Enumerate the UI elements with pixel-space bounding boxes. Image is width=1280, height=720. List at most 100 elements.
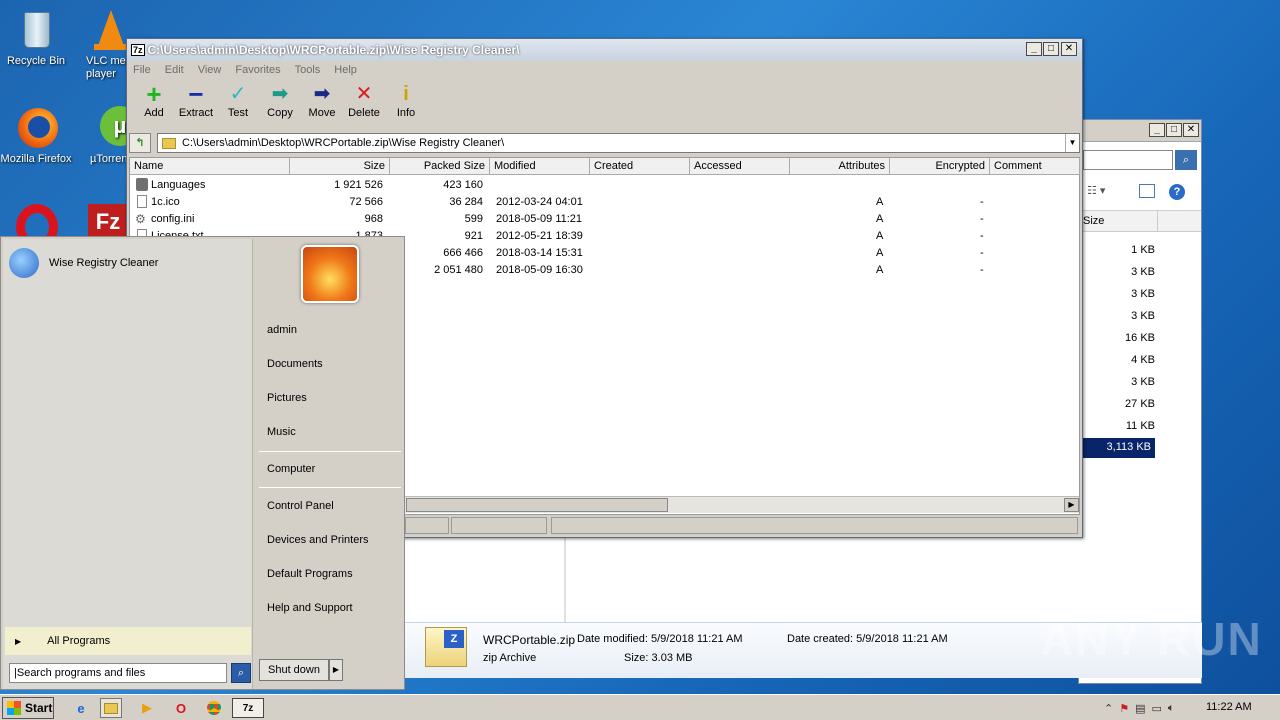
menu-edit[interactable]: Edit [165,64,184,76]
test-button[interactable]: ✓ Test [217,79,259,131]
7zip-taskbar-icon[interactable]: 7z [232,698,264,718]
column-header-name[interactable]: Name [130,158,290,175]
chevron-down-icon[interactable]: ▼ [1065,134,1079,152]
start-item-control-panel[interactable]: Control Panel [267,500,334,512]
start-menu: Wise Registry Cleaner ▶ All Programs |Se… [0,236,405,690]
size-cell: 11 KB [1125,420,1155,432]
close-button[interactable]: ✕ [1061,42,1077,56]
search-input[interactable]: |Search programs and files [9,663,227,683]
start-item-devices-and-printers[interactable]: Devices and Printers [267,534,369,546]
taskbar: Start e ▶ O 7z ⌃ ⚑ ▤ ▭ 🔈︎ 11:22 AM [0,694,1280,720]
explorer-search-input[interactable] [1083,150,1173,170]
scrollbar-thumb[interactable] [406,498,668,512]
column-header-comment[interactable]: Comment [990,158,1080,175]
opera-desktop-icon[interactable] [16,204,58,236]
column-header-attributes[interactable]: Attributes [790,158,890,175]
internet-explorer-icon[interactable]: e [70,698,92,718]
start-item-admin[interactable]: admin [267,324,297,336]
explorer-divider [564,538,566,622]
view-options-icon[interactable]: ☷ ▾ [1087,184,1105,197]
desktop-icon-firefox[interactable]: Mozilla Firefox [0,106,74,166]
opera-icon[interactable]: O [170,698,192,718]
up-folder-icon[interactable]: ↰ [129,133,151,153]
status-panel [551,517,1078,534]
column-header-modified[interactable]: Modified [490,158,590,175]
user-avatar[interactable] [301,245,359,303]
move-button[interactable]: ➡ Move [301,79,343,131]
toolbar: + Add − Extract ✓ Test ➡ Copy ➡ Move ✕ D… [127,79,1082,131]
folder-icon [136,178,148,191]
shutdown-options-button[interactable]: ▶ [329,659,343,681]
size-cell: 4 KB [1131,354,1155,366]
pinned-program-wise-registry-cleaner[interactable]: Wise Registry Cleaner [9,247,249,279]
chrome-icon[interactable] [203,698,225,718]
show-hidden-icons-icon[interactable]: ⌃ [1104,702,1113,715]
column-header-encrypted[interactable]: Encrypted [890,158,990,175]
menu-view[interactable]: View [198,64,222,76]
wise-registry-cleaner-icon [9,248,39,278]
menu-file[interactable]: File [133,64,151,76]
checkmark-icon: ✓ [229,83,247,105]
flag-alert-icon[interactable]: ⚑ [1119,702,1129,715]
scroll-right-button[interactable]: ▶ [1064,498,1079,512]
start-item-pictures[interactable]: Pictures [267,392,307,404]
start-item-default-programs[interactable]: Default Programs [267,568,353,580]
menu-help[interactable]: Help [334,64,357,76]
address-bar: ↰ C:\Users\admin\Desktop\WRCPortable.zip… [129,132,1080,154]
copy-button[interactable]: ➡ Copy [259,79,301,131]
file-explorer-icon[interactable] [100,698,122,718]
search-icon[interactable]: ⌕ [231,663,251,683]
details-date-modified: Date modified: 5/9/2018 11:21 AM [577,633,743,645]
maximize-button[interactable]: □ [1166,123,1182,137]
all-programs-button[interactable]: ▶ All Programs [5,627,251,655]
volume-icon[interactable]: 🔈︎ [1168,702,1175,715]
move-arrow-icon: ➡ [313,83,331,105]
column-header-accessed[interactable]: Accessed [690,158,790,175]
column-header-created[interactable]: Created [590,158,690,175]
minimize-button[interactable]: _ [1026,42,1042,56]
chevron-right-icon: ▶ [15,636,22,646]
info-icon: i [403,83,409,105]
start-item-documents[interactable]: Documents [267,358,323,370]
column-header-size[interactable]: Size [290,158,390,175]
column-header-size[interactable]: Size [1079,210,1201,232]
menu-tools[interactable]: Tools [295,64,321,76]
column-header-packed-size[interactable]: Packed Size [390,158,490,175]
selected-row[interactable]: 3,113 KB [1079,438,1155,458]
start-item-computer[interactable]: Computer [267,463,315,475]
start-menu-places: admin Documents Pictures Music Computer … [255,237,405,689]
start-item-music[interactable]: Music [267,426,296,438]
menu-bar: File Edit View Favorites Tools Help [127,61,1082,79]
windows-logo-icon [7,701,21,715]
maximize-button[interactable]: □ [1043,42,1059,56]
file-icon [137,195,147,208]
help-icon[interactable]: ? [1169,184,1185,200]
preview-pane-icon[interactable] [1139,184,1155,198]
extract-button[interactable]: − Extract [175,79,217,131]
filezilla-desktop-icon[interactable]: Fz [88,204,128,236]
start-item-help-and-support[interactable]: Help and Support [267,602,353,614]
path-input[interactable]: C:\Users\admin\Desktop\WRCPortable.zip\W… [157,133,1080,153]
display-icon[interactable]: ▭ [1152,702,1162,715]
clock[interactable]: 11:22 AM [1206,701,1252,713]
delete-x-icon: ✕ [355,83,373,105]
menu-separator [259,451,401,452]
media-player-icon[interactable]: ▶ [136,698,158,718]
size-cell: 3 KB [1131,266,1155,278]
search-icon[interactable]: ⌕ [1175,150,1197,170]
menu-favorites[interactable]: Favorites [235,64,280,76]
close-button[interactable]: ✕ [1183,123,1199,137]
7zip-titlebar: 7z C:\Users\admin\Desktop\WRCPortable.zi… [127,39,1082,61]
add-button[interactable]: + Add [133,79,175,131]
delete-button[interactable]: ✕ Delete [343,79,385,131]
minimize-button[interactable]: _ [1149,123,1165,137]
info-button[interactable]: i Info [385,79,427,131]
desktop-icon-recycle-bin[interactable]: Recycle Bin [0,8,74,68]
shutdown-button[interactable]: Shut down [259,659,329,681]
network-icon[interactable]: ▤ [1135,702,1145,715]
folder-icon [162,137,176,149]
status-panel [451,517,547,534]
explorer-body [405,538,1202,622]
details-size: Size: 3.03 MB [624,652,693,664]
start-button[interactable]: Start [2,697,54,719]
